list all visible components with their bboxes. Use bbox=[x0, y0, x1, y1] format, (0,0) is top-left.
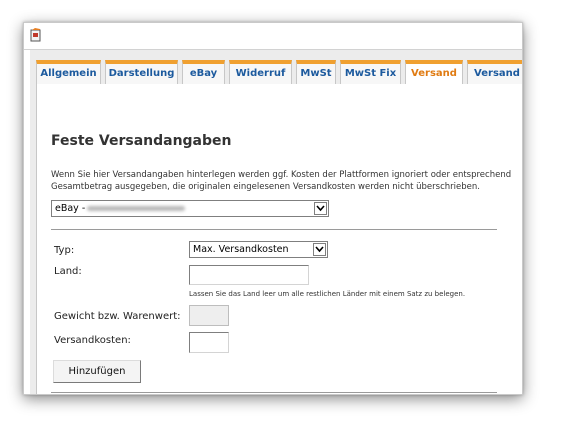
tab-versand[interactable]: Versand bbox=[405, 60, 463, 85]
redacted-account-name bbox=[87, 206, 185, 211]
info-line-2: Gesamtbetrag ausgegeben, die originalen … bbox=[51, 182, 480, 192]
platform-select-value: eBay - bbox=[55, 203, 86, 214]
tab-darstellung[interactable]: Darstellung bbox=[105, 60, 178, 84]
tab-allgemein[interactable]: Allgemein bbox=[36, 60, 101, 84]
typ-select[interactable]: Max. Versandkosten bbox=[189, 241, 328, 258]
tab-bar: Allgemein Darstellung eBay Widerruf MwSt… bbox=[36, 60, 522, 85]
app-window: Allgemein Darstellung eBay Widerruf MwSt… bbox=[23, 22, 523, 395]
typ-select-value: Max. Versandkosten bbox=[193, 244, 289, 255]
land-label: Land: bbox=[54, 266, 82, 277]
title-bar bbox=[24, 23, 522, 50]
tab-panel: Feste Versandangaben Wenn Sie hier Versa… bbox=[36, 84, 522, 394]
gewicht-label: Gewicht bzw. Warenwert: bbox=[54, 311, 181, 322]
typ-label: Typ: bbox=[54, 245, 75, 256]
tab-versand-2[interactable]: Versand bbox=[467, 60, 522, 84]
gewicht-input[interactable] bbox=[189, 305, 229, 326]
settings-dialog: Allgemein Darstellung eBay Widerruf MwSt… bbox=[30, 50, 522, 394]
app-icon bbox=[30, 27, 42, 42]
chevron-down-icon[interactable] bbox=[313, 243, 326, 256]
versandkosten-input[interactable] bbox=[189, 332, 229, 353]
divider-top bbox=[51, 229, 497, 230]
tab-mwst[interactable]: MwSt bbox=[296, 60, 336, 84]
versandkosten-label: Versandkosten: bbox=[54, 335, 131, 346]
tab-widerruf[interactable]: Widerruf bbox=[229, 60, 292, 84]
tab-mwst-fix[interactable]: MwSt Fix bbox=[340, 60, 401, 84]
info-text: Wenn Sie hier Versandangaben hinterlegen… bbox=[51, 169, 522, 193]
chevron-down-icon[interactable] bbox=[314, 202, 327, 215]
land-hint: Lassen Sie das Land leer um alle restlic… bbox=[189, 290, 466, 298]
divider-bottom bbox=[51, 392, 497, 393]
land-input[interactable] bbox=[189, 265, 309, 285]
tab-ebay[interactable]: eBay bbox=[182, 60, 225, 84]
add-button[interactable]: Hinzufügen bbox=[53, 360, 141, 383]
platform-select[interactable]: eBay - bbox=[51, 200, 329, 217]
info-line-1: Wenn Sie hier Versandangaben hinterlegen… bbox=[51, 170, 512, 180]
section-title: Feste Versandangaben bbox=[51, 133, 232, 149]
